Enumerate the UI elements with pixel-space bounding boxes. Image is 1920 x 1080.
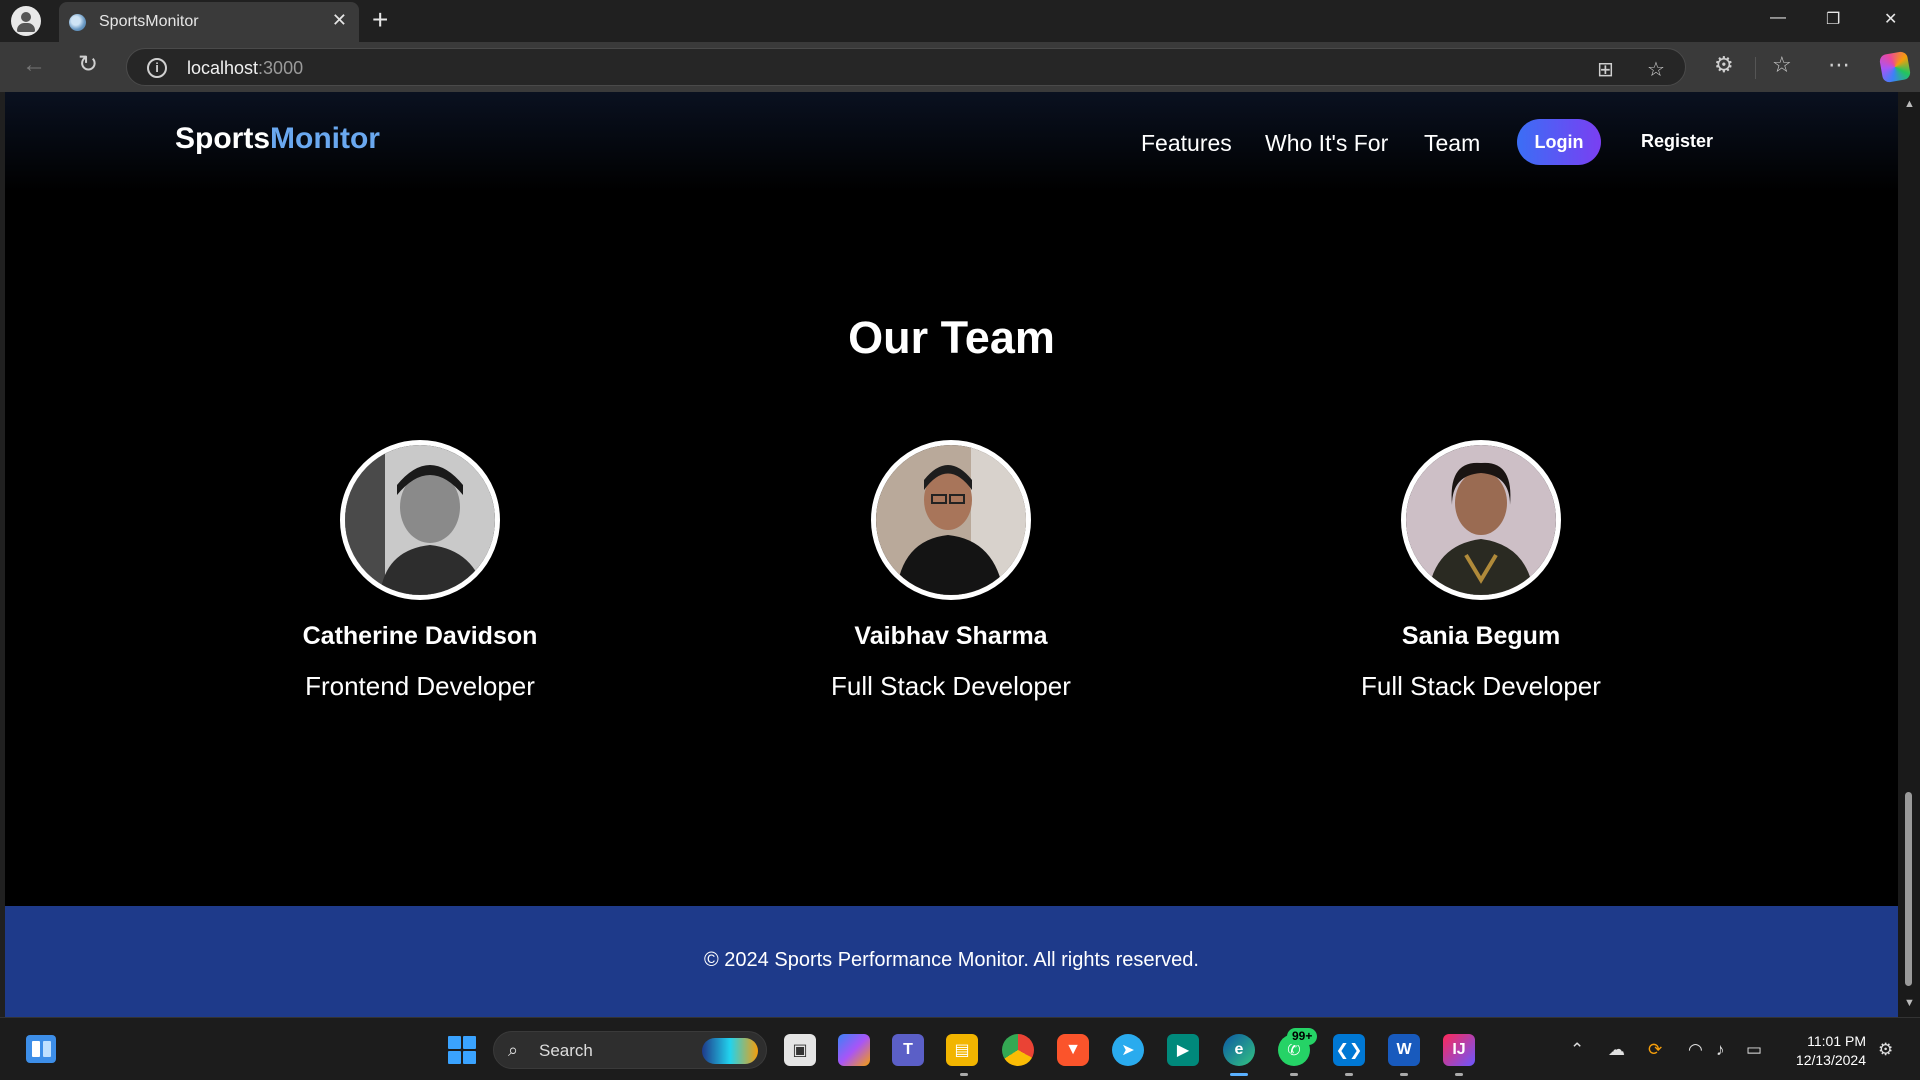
copilot-icon[interactable] bbox=[1878, 50, 1912, 84]
scroll-up-icon[interactable]: ▲ bbox=[1904, 98, 1915, 110]
back-icon[interactable]: ← bbox=[22, 53, 46, 77]
close-window-icon[interactable]: ✕ bbox=[1884, 9, 1897, 29]
teams-icon[interactable]: T bbox=[892, 1034, 924, 1066]
site-logo[interactable]: SportsMonitor bbox=[175, 122, 380, 156]
task-view-icon[interactable]: ▣ bbox=[784, 1034, 816, 1066]
page-scrollbar[interactable]: ▲ ▼ bbox=[1898, 92, 1920, 1017]
onedrive-icon[interactable]: ☁ bbox=[1608, 1040, 1625, 1060]
site-navbar: SportsMonitor Features Who It's For Team… bbox=[5, 92, 1898, 192]
scroll-down-icon[interactable]: ▼ bbox=[1904, 997, 1915, 1009]
word-icon[interactable]: W bbox=[1388, 1034, 1420, 1066]
volume-icon[interactable]: ♪ bbox=[1716, 1040, 1725, 1060]
telegram-icon[interactable]: ➤ bbox=[1112, 1034, 1144, 1066]
tab-title: SportsMonitor bbox=[99, 13, 199, 30]
address-bar[interactable]: i localhost:3000 ⊞ ☆ bbox=[126, 48, 1686, 86]
favorite-star-icon[interactable]: ☆ bbox=[1647, 57, 1665, 82]
running-indicator bbox=[1290, 1073, 1298, 1076]
close-tab-icon[interactable]: ✕ bbox=[332, 10, 347, 31]
toolbar-divider bbox=[1755, 57, 1756, 79]
file-explorer-icon[interactable]: ▤ bbox=[946, 1034, 978, 1066]
copilot-app-icon[interactable] bbox=[838, 1034, 870, 1066]
running-indicator bbox=[960, 1073, 968, 1076]
restore-icon[interactable]: ❐ bbox=[1826, 9, 1840, 29]
member-role: Full Stack Developer bbox=[1361, 671, 1601, 701]
member-role: Frontend Developer bbox=[305, 671, 535, 701]
minimize-icon[interactable]: — bbox=[1770, 9, 1786, 27]
new-tab-icon[interactable]: + bbox=[372, 4, 388, 36]
member-photo bbox=[340, 440, 500, 600]
meet-icon[interactable]: ▶ bbox=[1167, 1034, 1199, 1066]
nav-link-who-its-for[interactable]: Who It's For bbox=[1265, 130, 1388, 157]
member-photo bbox=[1401, 440, 1561, 600]
profile-icon[interactable] bbox=[11, 6, 41, 36]
team-member-card: Sania Begum Full Stack Developer bbox=[1271, 440, 1691, 702]
clock-date: 12/13/2024 bbox=[1795, 1052, 1866, 1068]
show-hidden-icons-icon[interactable]: ⌃ bbox=[1570, 1040, 1584, 1060]
url-text[interactable]: localhost:3000 bbox=[187, 58, 303, 79]
notifications-icon[interactable]: ⚙ bbox=[1878, 1040, 1893, 1060]
running-indicator bbox=[1345, 1073, 1353, 1076]
search-label: Search bbox=[539, 1041, 593, 1060]
nav-link-features[interactable]: Features bbox=[1141, 130, 1232, 157]
system-clock[interactable]: 11:01 PM 12/13/2024 bbox=[1786, 1032, 1866, 1070]
clock-time: 11:01 PM bbox=[1807, 1033, 1866, 1049]
browser-titlebar: SportsMonitor ✕ + — ❐ ✕ bbox=[0, 0, 1920, 42]
brave-icon[interactable]: ▼ bbox=[1057, 1034, 1089, 1066]
site-footer: © 2024 Sports Performance Monitor. All r… bbox=[5, 906, 1898, 1017]
search-highlight-icon bbox=[702, 1038, 758, 1064]
vscode-icon[interactable]: ❮❯ bbox=[1333, 1034, 1365, 1066]
browser-tab[interactable]: SportsMonitor ✕ bbox=[59, 2, 359, 42]
search-icon: ⌕ bbox=[508, 1040, 519, 1060]
battery-icon[interactable]: ▭ bbox=[1746, 1040, 1762, 1060]
running-indicator bbox=[1400, 1073, 1408, 1076]
extensions-icon[interactable]: ⚙ bbox=[1714, 54, 1734, 76]
page-viewport: SportsMonitor Features Who It's For Team… bbox=[5, 92, 1898, 1017]
browser-toolbar: ← ↻ i localhost:3000 ⊞ ☆ ⚙ ☆ ⋯ bbox=[0, 42, 1920, 92]
team-member-card: Catherine Davidson Frontend Developer bbox=[210, 440, 630, 702]
member-name: Vaibhav Sharma bbox=[854, 622, 1048, 650]
whatsapp-badge: 99+ bbox=[1287, 1028, 1318, 1045]
team-section-title: Our Team bbox=[848, 312, 1055, 363]
scrollbar-thumb[interactable] bbox=[1905, 792, 1912, 986]
member-role: Full Stack Developer bbox=[831, 671, 1071, 701]
taskbar-search[interactable]: ⌕ Search bbox=[493, 1031, 767, 1069]
footer-copyright: © 2024 Sports Performance Monitor. All r… bbox=[704, 949, 1199, 971]
app-available-icon[interactable]: ⊞ bbox=[1597, 57, 1614, 82]
site-favicon-icon bbox=[69, 14, 86, 31]
member-photo bbox=[871, 440, 1031, 600]
more-options-icon[interactable]: ⋯ bbox=[1828, 54, 1850, 76]
nav-link-team[interactable]: Team bbox=[1424, 130, 1480, 157]
favorites-icon[interactable]: ☆ bbox=[1772, 54, 1792, 76]
windows-taskbar: ⌕ Search ▣ T ▤ ▼ ➤ ▶ e ✆ ❮❯ W IJ ⌃ ☁ ⟳ ◠… bbox=[0, 1017, 1920, 1080]
active-app-indicator bbox=[1230, 1073, 1248, 1076]
chrome-icon[interactable] bbox=[1002, 1034, 1034, 1066]
member-name: Sania Begum bbox=[1401, 622, 1561, 650]
site-info-icon[interactable]: i bbox=[147, 58, 167, 78]
team-member-card: Vaibhav Sharma Full Stack Developer bbox=[741, 440, 1161, 702]
running-indicator bbox=[1455, 1073, 1463, 1076]
register-button[interactable]: Register bbox=[1641, 131, 1713, 152]
edge-icon[interactable]: e bbox=[1223, 1034, 1255, 1066]
wifi-icon[interactable]: ◠ bbox=[1688, 1040, 1703, 1060]
start-button[interactable] bbox=[448, 1036, 476, 1064]
sync-icon[interactable]: ⟳ bbox=[1648, 1040, 1662, 1060]
login-button[interactable]: Login bbox=[1517, 119, 1601, 165]
widgets-icon[interactable] bbox=[26, 1035, 56, 1063]
member-name: Catherine Davidson bbox=[302, 622, 538, 650]
intellij-icon[interactable]: IJ bbox=[1443, 1034, 1475, 1066]
reload-icon[interactable]: ↻ bbox=[78, 53, 98, 77]
